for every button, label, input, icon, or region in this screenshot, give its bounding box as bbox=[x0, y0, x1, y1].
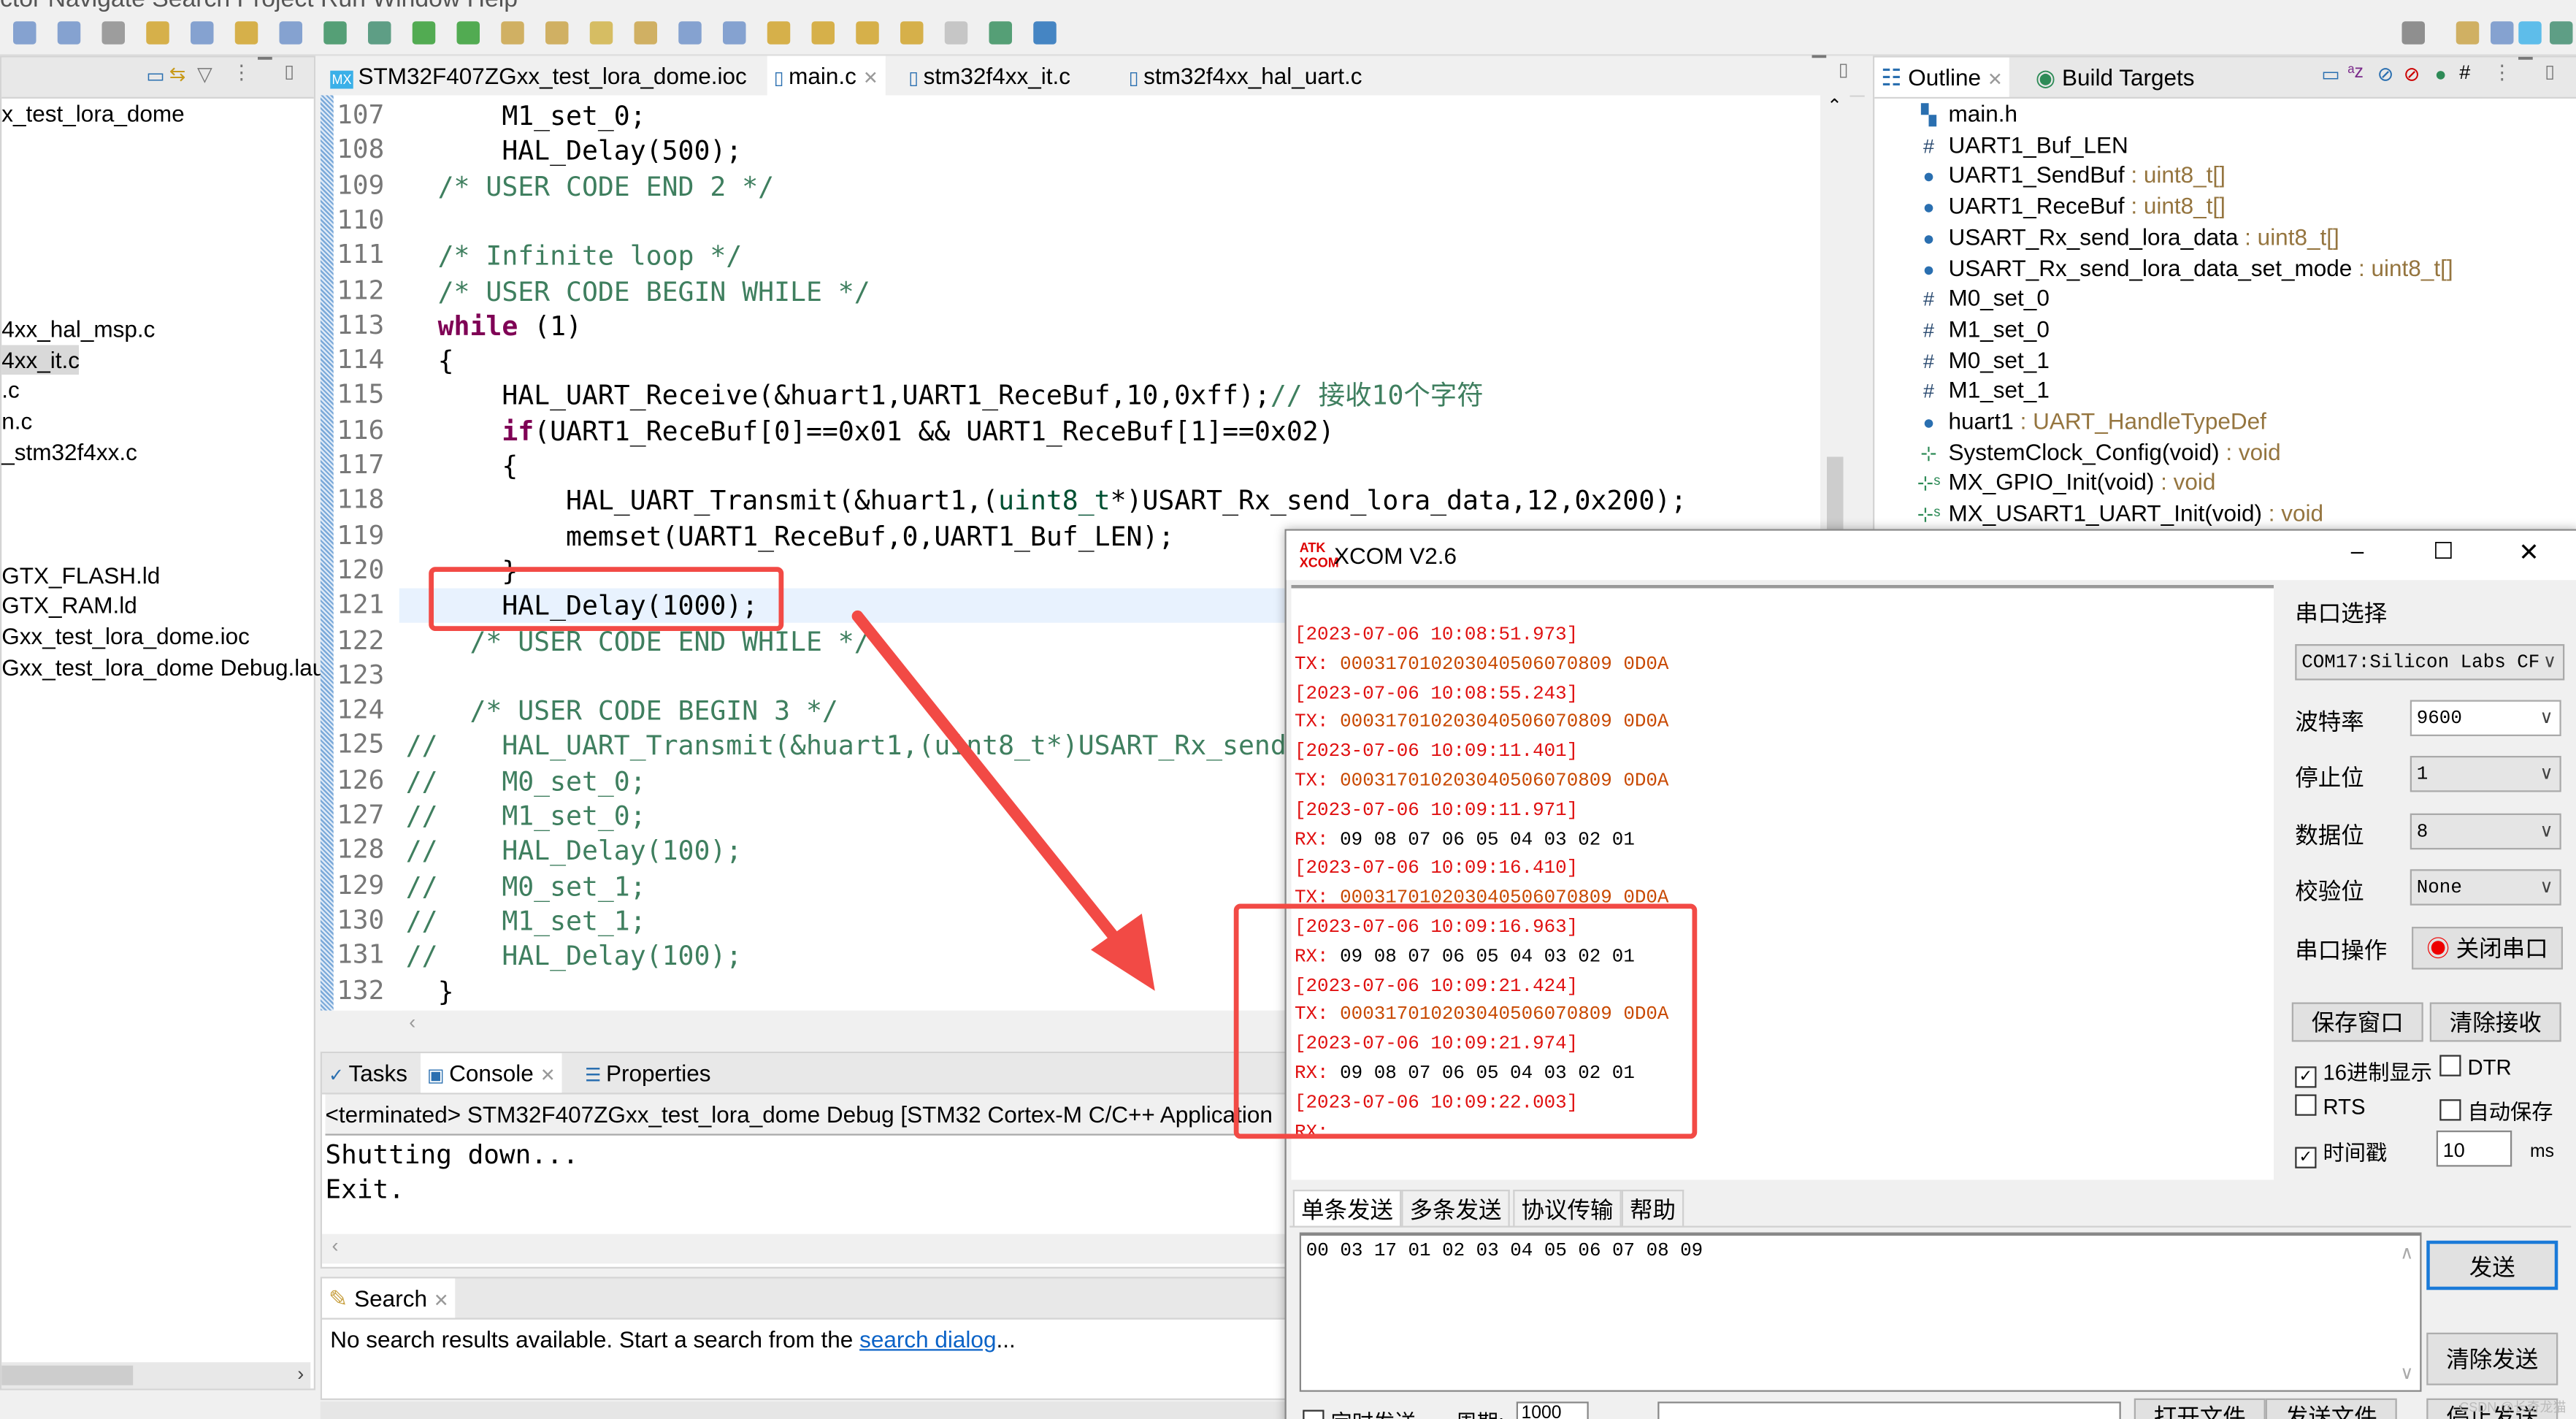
arrow-shaft bbox=[851, 610, 1140, 968]
screen: ctor Navigate Search Project Run Window … bbox=[0, 0, 2576, 1419]
annotation-arrow bbox=[851, 610, 1155, 991]
